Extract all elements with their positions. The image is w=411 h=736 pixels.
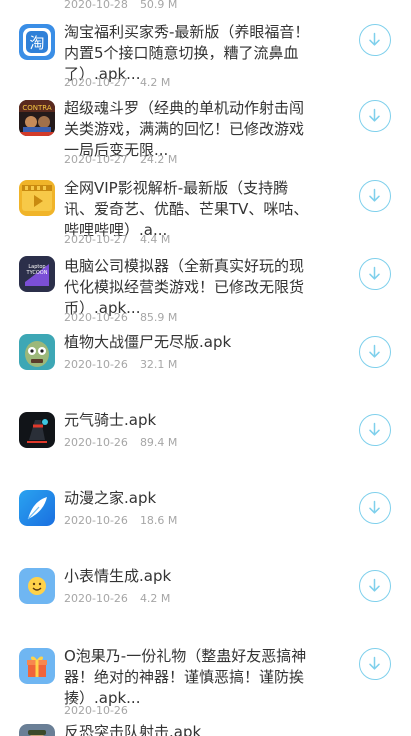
list-item-meta: 2020-10-26 85.9 M xyxy=(64,311,177,324)
item-size: 89.4 M xyxy=(139,436,178,449)
item-size: 32.1 M xyxy=(139,358,178,371)
list-item-meta: 2020-10-26 32.1 M xyxy=(64,358,177,371)
item-title[interactable]: O泡果乃-一份礼物（整蛊好友恶搞神器！绝对的神器！谨慎恶搞！谨防挨揍）.apk.… xyxy=(64,646,310,709)
item-size: 24.2 M xyxy=(139,153,178,166)
list-item-meta: 2020-10-26 xyxy=(64,704,140,717)
download-arrow-icon xyxy=(369,188,380,202)
item-title[interactable]: 反恐突击队射击.apk xyxy=(64,722,310,736)
download-button[interactable] xyxy=(359,492,391,524)
download-button[interactable] xyxy=(359,180,391,212)
video-player-icon xyxy=(19,180,55,216)
item-date: 2020-10-27 xyxy=(64,233,128,246)
download-button[interactable] xyxy=(359,258,391,290)
item-title[interactable]: 动漫之家.apk xyxy=(64,488,310,509)
list-item-meta: 2020-10-27 4.2 M xyxy=(64,76,170,89)
list-item-meta: 2020-10-27 24.2 M xyxy=(64,153,177,166)
item-title[interactable]: 植物大战僵尸无尽版.apk xyxy=(64,332,310,353)
soldier-icon xyxy=(19,724,55,736)
svg-text:TYCOON: TYCOON xyxy=(26,270,48,276)
zombie-icon xyxy=(19,334,55,370)
item-date: 2020-10-27 xyxy=(64,76,128,89)
item-title[interactable]: 小表情生成.apk xyxy=(64,566,310,587)
svg-text:CONTRA: CONTRA xyxy=(22,104,51,112)
download-arrow-icon xyxy=(369,422,380,436)
download-button[interactable] xyxy=(359,414,391,446)
feather-icon xyxy=(19,490,55,526)
download-button[interactable] xyxy=(359,100,391,132)
download-button[interactable] xyxy=(359,24,391,56)
download-arrow-icon xyxy=(369,32,380,46)
list-item-meta: 2020-10-26 89.4 M xyxy=(64,436,177,449)
gift-icon xyxy=(19,648,55,684)
svg-text:淘: 淘 xyxy=(29,34,44,52)
download-button[interactable] xyxy=(359,648,391,680)
item-date: 2020-10-26 xyxy=(64,358,128,371)
item-size: 18.6 M xyxy=(139,514,178,527)
soul-knight-icon xyxy=(19,412,55,448)
item-title[interactable]: 全网VIP影视解析-最新版（支持腾讯、爱奇艺、优酷、芒果TV、咪咕、哔哩哔哩）.… xyxy=(64,178,310,241)
taobao-icon: 淘 xyxy=(19,24,55,60)
item-size: 4.2 M xyxy=(139,592,171,605)
laptop-tycoon-icon: Laptop TYCOON xyxy=(19,256,55,292)
item-date: 2020-10-26 xyxy=(64,311,128,324)
item-title[interactable]: 电脑公司模拟器（全新真实好玩的现代化模拟经营类游戏！已修改无限货币）.apk..… xyxy=(64,256,310,319)
item-size: 50.9 M xyxy=(139,0,178,11)
download-arrow-icon xyxy=(369,266,380,280)
item-date: 2020-10-26 xyxy=(64,704,128,717)
contra-icon: CONTRA xyxy=(19,100,55,136)
item-date: 2020-10-28 xyxy=(64,0,128,11)
item-date: 2020-10-26 xyxy=(64,436,128,449)
item-size: 4.2 M xyxy=(139,76,171,89)
file-list: 2020-10-28 50.9 M 淘 淘宝福利买家秀-最新版（养眼福音！内置5个… xyxy=(0,0,411,736)
download-arrow-icon xyxy=(369,108,380,122)
emoji-icon xyxy=(19,568,55,604)
item-size: 85.9 M xyxy=(139,311,178,324)
download-arrow-icon xyxy=(369,656,380,670)
download-button[interactable] xyxy=(359,336,391,368)
item-date: 2020-10-26 xyxy=(64,514,128,527)
download-arrow-icon xyxy=(369,500,380,514)
list-item-meta: 2020-10-26 4.2 M xyxy=(64,592,170,605)
download-arrow-icon xyxy=(369,578,380,592)
list-item-meta: 2020-10-27 4.4 M xyxy=(64,233,170,246)
list-item-meta: 2020-10-28 50.9 M xyxy=(64,0,177,11)
item-date: 2020-10-27 xyxy=(64,153,128,166)
item-date: 2020-10-26 xyxy=(64,592,128,605)
list-item-meta: 2020-10-26 18.6 M xyxy=(64,514,177,527)
item-title[interactable]: 超级魂斗罗（经典的单机动作射击闯关类游戏，满满的回忆！已修改游戏一局后变无限..… xyxy=(64,98,310,161)
item-title[interactable]: 元气骑士.apk xyxy=(64,410,310,431)
download-arrow-icon xyxy=(369,344,380,358)
download-button[interactable] xyxy=(359,570,391,602)
item-size: 4.4 M xyxy=(139,233,171,246)
